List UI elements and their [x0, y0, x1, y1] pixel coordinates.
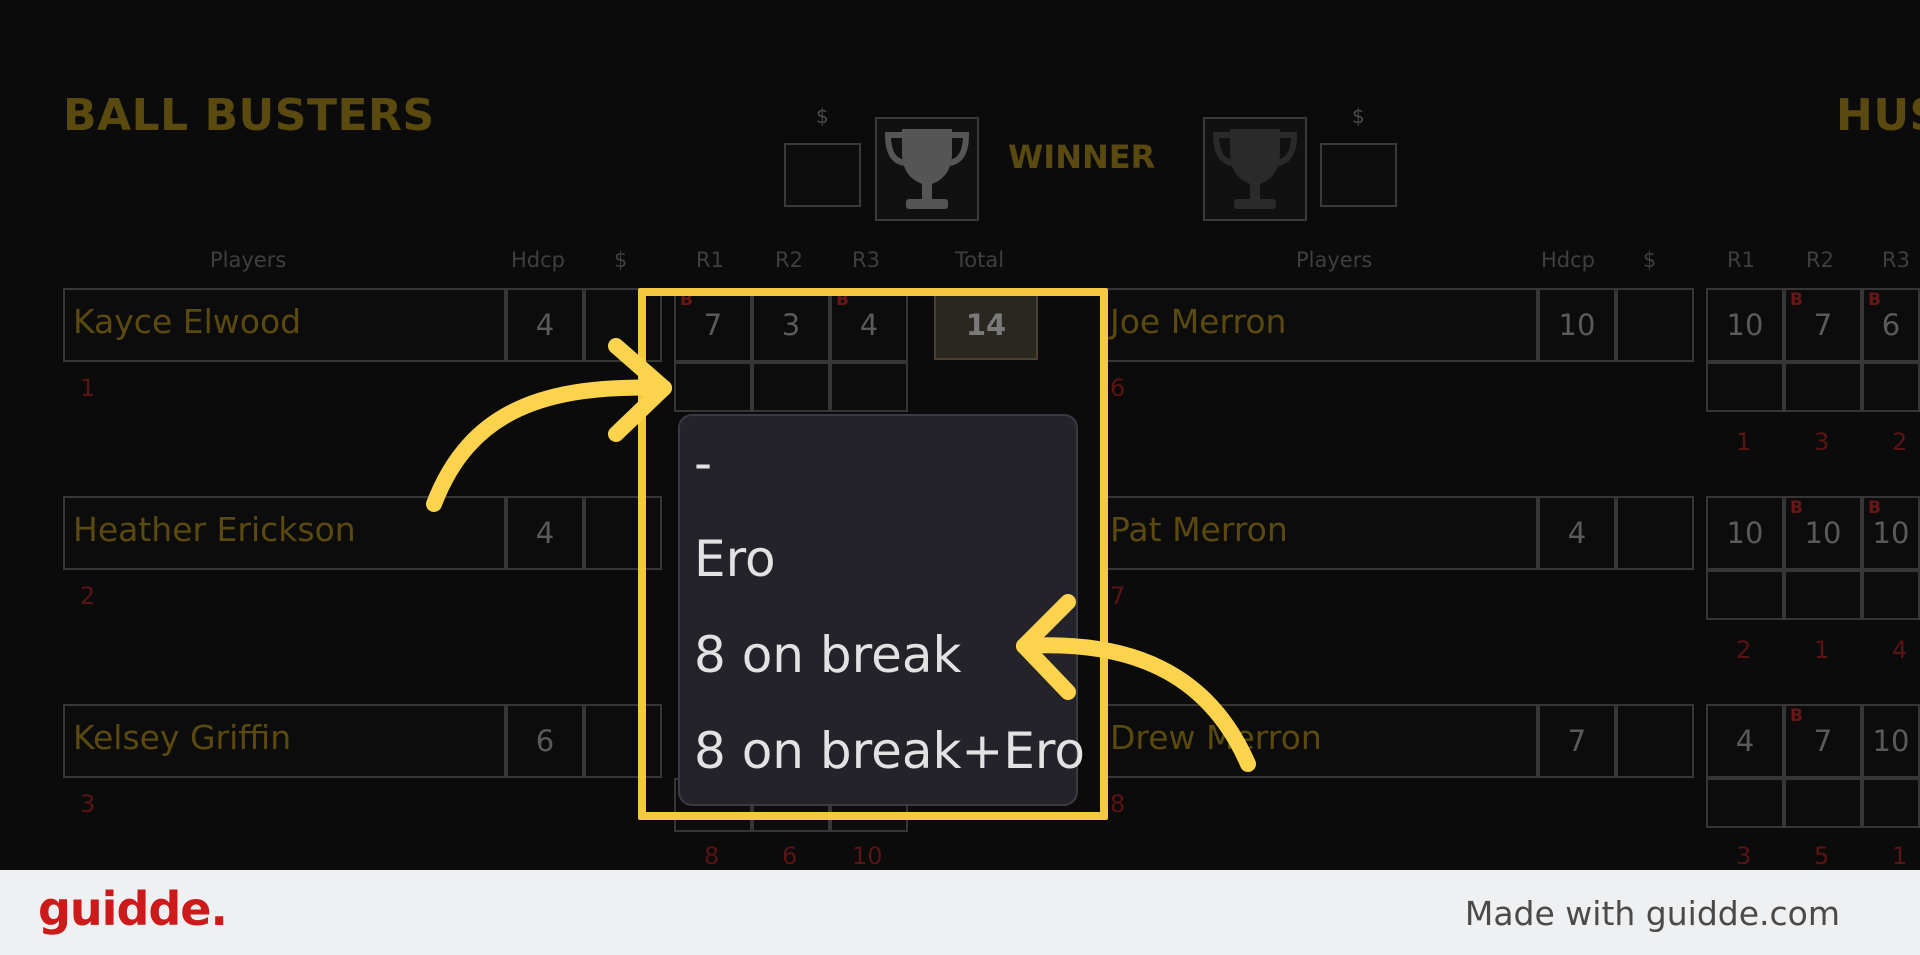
pointer-arrow-icon	[1016, 594, 1256, 772]
made-with-text: Made with guidde.com	[1464, 894, 1840, 933]
scoreboard: BALL BUSTERS HUS $ WINNER $ Players Hdcp…	[0, 0, 1920, 870]
footer-bar: guidde. Made with guidde.com	[0, 870, 1920, 955]
guidde-logo[interactable]: guidde.	[38, 882, 228, 936]
